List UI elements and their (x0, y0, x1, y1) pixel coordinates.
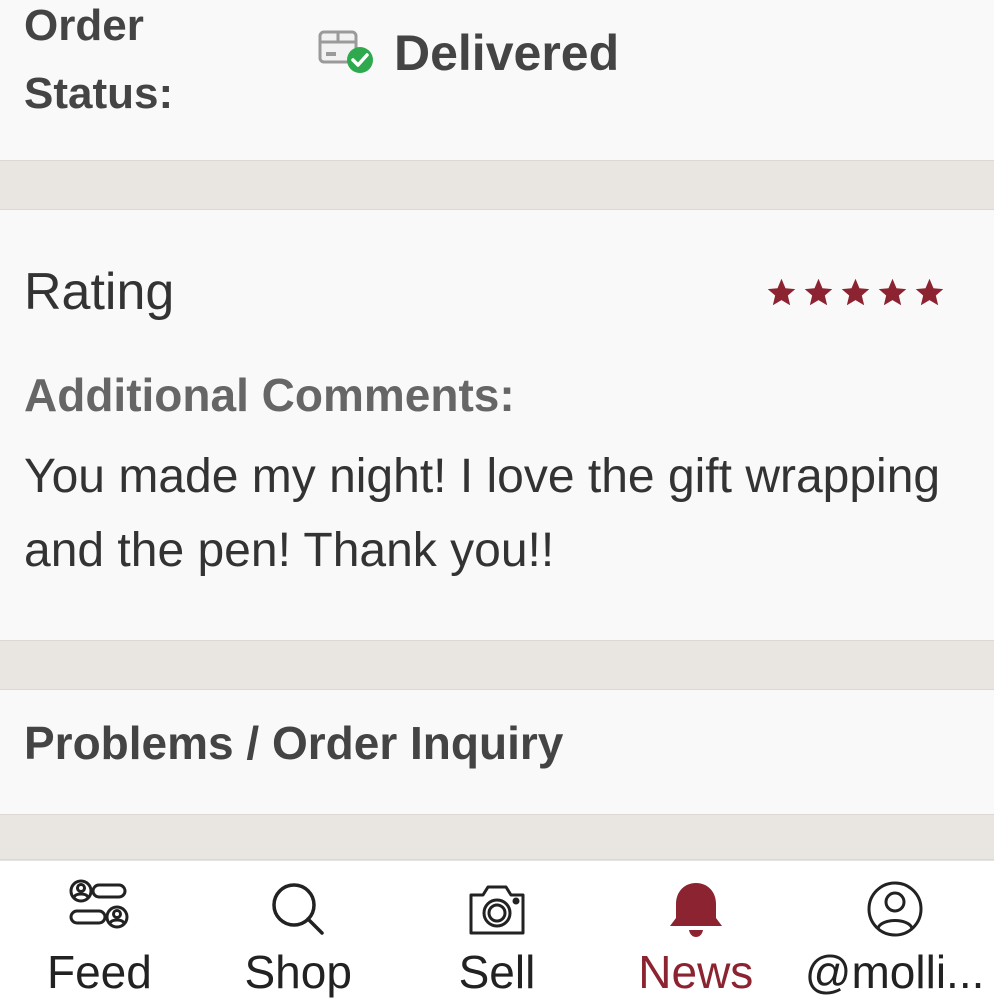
camera-icon (469, 885, 525, 935)
star-icon (804, 278, 833, 306)
nav-label-profile: @molli... (804, 946, 985, 998)
star-icon (878, 278, 907, 306)
star-icon (767, 278, 796, 306)
star-icon (915, 278, 944, 306)
profile-icon (867, 881, 923, 937)
additional-comments-text: You made my night! I love the gift wrapp… (24, 450, 941, 577)
nav-label-sell: Sell (458, 946, 536, 998)
bottom-nav: Feed Shop Sell News @molli... (0, 860, 994, 1001)
nav-label-shop: Shop (244, 946, 352, 998)
nav-item-news[interactable]: News (596, 861, 795, 1001)
order-status-value: Delivered (318, 24, 619, 82)
star-icon (841, 278, 870, 306)
nav-item-feed[interactable]: Feed (0, 861, 199, 1001)
rating-title: Rating (24, 263, 175, 321)
order-status-section: Order Status: Delivered (0, 0, 994, 160)
order-status-text: Delivered (394, 25, 620, 81)
section-divider (0, 814, 994, 860)
section-divider (0, 160, 994, 210)
bell-icon (669, 883, 722, 937)
nav-item-profile[interactable]: @molli... (795, 861, 994, 1001)
nav-item-sell[interactable]: Sell (398, 861, 597, 1001)
rating-stars (765, 276, 946, 309)
problems-order-inquiry-label[interactable]: Problems / Order Inquiry (24, 716, 563, 770)
additional-comments-label: Additional Comments: (24, 369, 515, 421)
section-divider (0, 640, 994, 690)
feed-icon (69, 879, 129, 929)
nav-label-feed: Feed (46, 946, 152, 998)
delivered-package-icon (318, 26, 376, 81)
search-icon (272, 883, 324, 935)
order-status-label: Order Status: (24, 1, 174, 118)
nav-item-shop[interactable]: Shop (199, 861, 398, 1001)
nav-label-news: News (638, 946, 754, 998)
